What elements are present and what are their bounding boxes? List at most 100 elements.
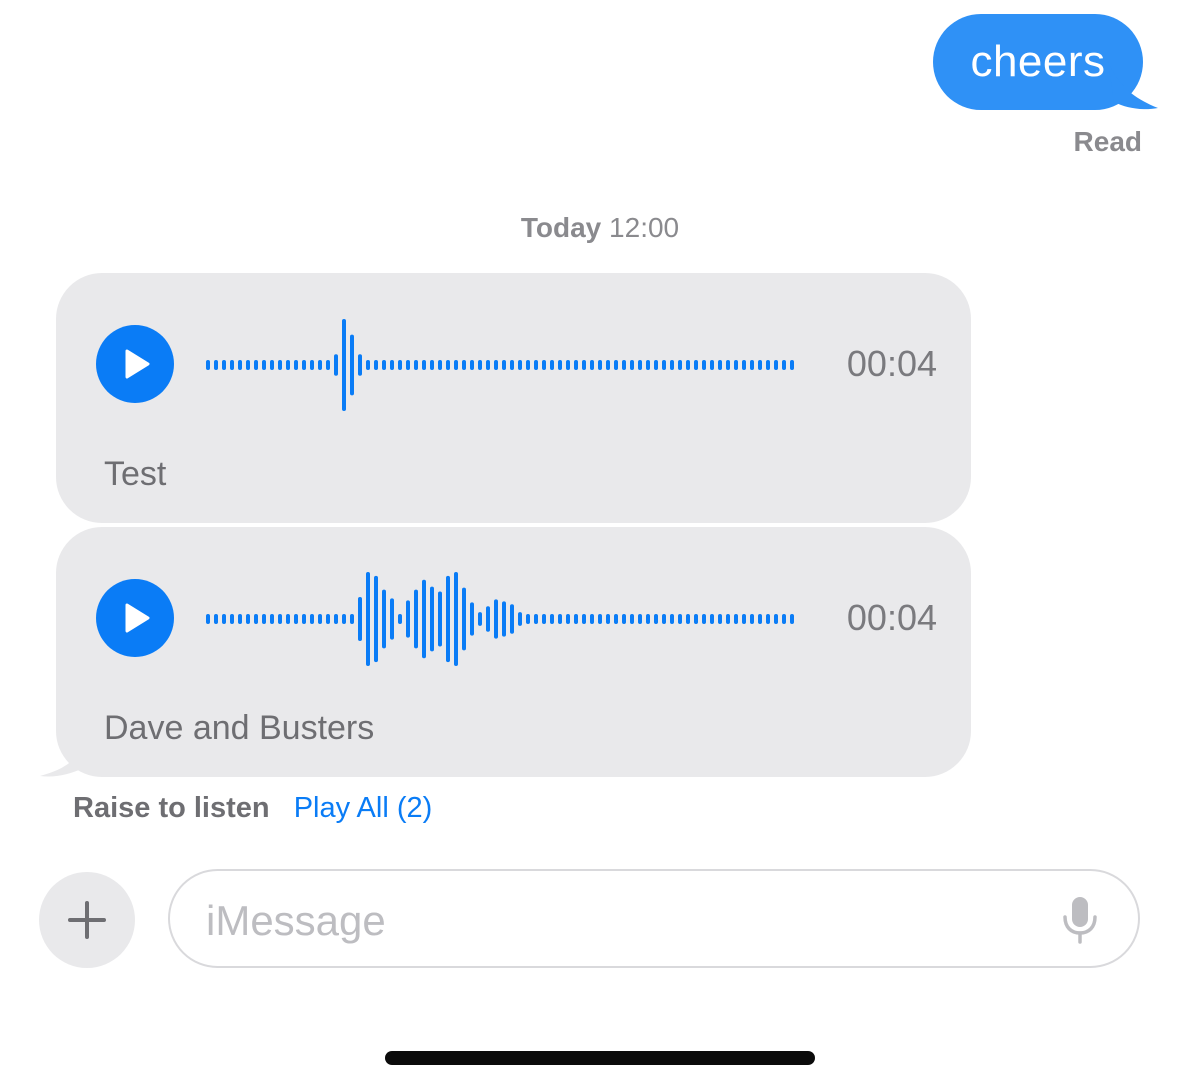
waveform-bar — [734, 360, 738, 370]
waveform-bar — [678, 360, 682, 370]
waveform-bar — [638, 360, 642, 370]
waveform-bar — [502, 601, 506, 637]
play-button[interactable] — [96, 579, 174, 657]
waveform-bar — [782, 360, 786, 370]
waveform-bar — [662, 360, 666, 370]
waveform-bar — [718, 614, 722, 624]
audio-message-bubble[interactable]: 00:04 Test — [56, 273, 971, 523]
waveform-bar — [694, 614, 698, 624]
waveform-bar — [366, 571, 370, 667]
waveform-bar — [534, 614, 538, 624]
waveform-bar — [334, 614, 338, 624]
waveform-bar — [270, 360, 274, 370]
waveform-bar — [214, 360, 218, 370]
waveform-bar — [678, 614, 682, 624]
waveform-bar — [558, 614, 562, 624]
waveform-bar — [646, 360, 650, 370]
waveform-bar — [238, 614, 242, 624]
waveform-bar — [670, 360, 674, 370]
waveform-bar — [598, 360, 602, 370]
waveform-bar — [606, 360, 610, 370]
play-icon — [125, 603, 150, 633]
waveform-bar — [262, 360, 266, 370]
waveform-bar — [702, 614, 706, 624]
waveform-bar — [366, 360, 370, 370]
audio-message-bubble[interactable]: 00:04 Dave and Busters — [56, 527, 971, 777]
waveform-bar — [462, 360, 466, 370]
waveform-bar — [326, 614, 330, 624]
message-input[interactable]: iMessage — [168, 869, 1140, 968]
waveform-bar — [518, 612, 522, 626]
waveform-bar — [630, 614, 634, 624]
waveform-bar — [278, 360, 282, 370]
waveform-bar — [758, 360, 762, 370]
waveform-bar — [446, 575, 450, 663]
waveform-bar — [582, 360, 586, 370]
waveform-bar — [686, 360, 690, 370]
waveform-bar — [470, 360, 474, 370]
waveform-bar — [734, 614, 738, 624]
waveform-bar — [406, 360, 410, 370]
waveform-bar — [702, 360, 706, 370]
play-button[interactable] — [96, 325, 174, 403]
waveform-bar — [742, 360, 746, 370]
waveform-bar — [790, 614, 794, 624]
waveform-bar — [358, 354, 362, 376]
waveform-bar — [310, 614, 314, 624]
play-all-link[interactable]: Play All (2) — [294, 792, 433, 824]
waveform-bar — [550, 360, 554, 370]
timestamp-day: Today — [520, 212, 602, 243]
waveform-bar — [246, 360, 250, 370]
waveform-bar — [398, 360, 402, 370]
waveform-bar — [230, 614, 234, 624]
waveform-bar — [542, 614, 546, 624]
waveform-bar — [558, 360, 562, 370]
waveform-bar — [486, 606, 490, 632]
waveform-bar — [342, 318, 346, 412]
waveform-bar — [782, 614, 786, 624]
waveform-bar — [302, 614, 306, 624]
waveform-bar — [686, 614, 690, 624]
waveform-bar — [406, 600, 410, 638]
waveform-bar — [694, 360, 698, 370]
waveform-bar — [414, 360, 418, 370]
waveform-bar — [542, 360, 546, 370]
play-icon — [125, 349, 150, 379]
waveform-bar — [326, 360, 330, 370]
waveform-bar — [294, 360, 298, 370]
waveform-bar — [422, 579, 426, 659]
waveform-bar — [726, 614, 730, 624]
waveform-bar — [742, 614, 746, 624]
waveform-bar — [510, 360, 514, 370]
waveform-bar — [294, 614, 298, 624]
outgoing-message-text: cheers — [970, 37, 1106, 86]
waveform-bar — [342, 614, 346, 624]
waveform-bar — [766, 614, 770, 624]
waveform-bar — [382, 589, 386, 649]
waveform-bar — [390, 360, 394, 370]
waveform-bar — [438, 591, 442, 647]
audio-actions-row: Raise to listen Play All (2) — [73, 792, 432, 825]
audio-caption: Dave and Busters — [104, 709, 375, 747]
read-receipt: Read — [1073, 126, 1142, 157]
waveform-bar — [486, 360, 490, 370]
waveform-bar — [766, 360, 770, 370]
waveform-bar — [438, 360, 442, 370]
waveform-bar — [310, 360, 314, 370]
audio-caption: Test — [104, 455, 167, 493]
waveform-bar — [526, 360, 530, 370]
waveform-bar — [526, 614, 530, 624]
waveform-bar — [270, 614, 274, 624]
waveform-bar — [350, 334, 354, 396]
waveform-bar — [230, 360, 234, 370]
waveform-bar — [262, 614, 266, 624]
waveform-bar — [238, 360, 242, 370]
message-input-placeholder: iMessage — [206, 897, 386, 944]
waveform-bar — [574, 614, 578, 624]
add-button[interactable] — [39, 872, 135, 968]
waveform-bar — [654, 360, 658, 370]
waveform-bar — [662, 614, 666, 624]
waveform-bar — [510, 604, 514, 634]
waveform-bar — [430, 586, 434, 652]
microphone-icon[interactable] — [1062, 895, 1098, 945]
